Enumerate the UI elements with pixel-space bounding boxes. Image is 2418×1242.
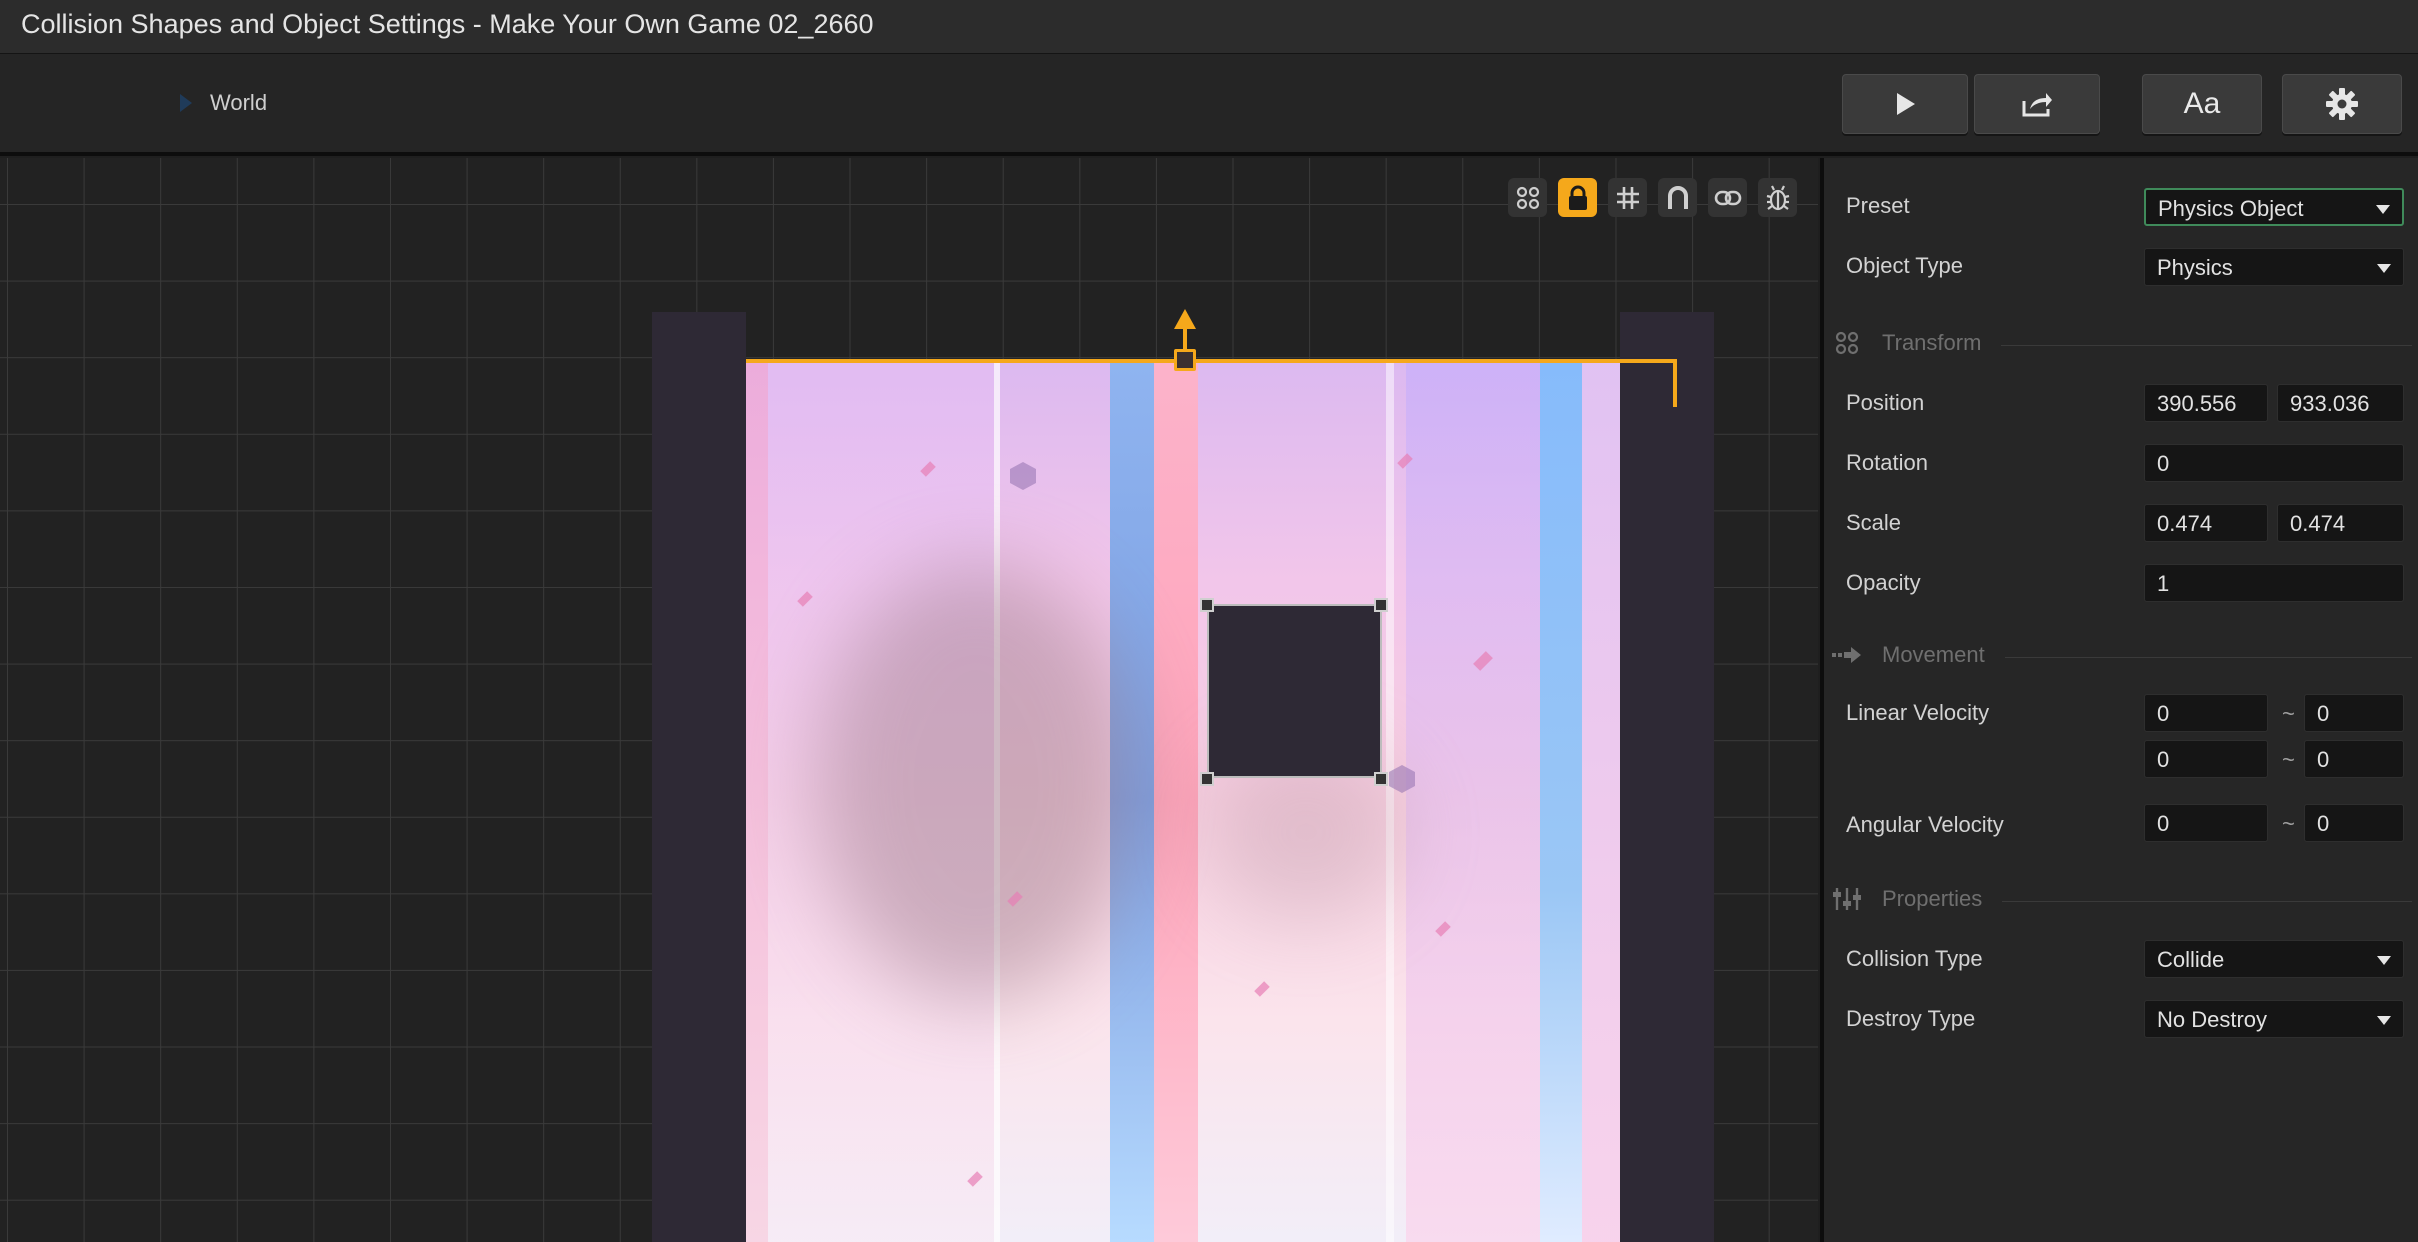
properties-title: Properties: [1882, 886, 1983, 911]
collision-type-select[interactable]: Collide: [2144, 940, 2404, 978]
preset-label: Preset: [1846, 193, 1910, 218]
movement-arrow-icon: [1832, 642, 1862, 668]
linear-velocity-x-max[interactable]: 0: [2304, 694, 2404, 732]
destroy-type-select[interactable]: No Destroy: [2144, 1000, 2404, 1038]
window-title: Collision Shapes and Object Settings - M…: [21, 9, 874, 39]
opacity-input[interactable]: 1: [2144, 564, 2404, 602]
collision-type-label: Collision Type: [1846, 946, 1983, 971]
range-separator: ~: [2282, 747, 2295, 772]
bug-icon: [1766, 185, 1789, 210]
section-divider: [2002, 900, 2412, 902]
resize-handle-tr[interactable]: [1374, 598, 1388, 612]
rotation-label: Rotation: [1846, 450, 1928, 475]
gear-icon: [2326, 88, 2358, 120]
link-icon: [1714, 190, 1741, 205]
opacity-label: Opacity: [1846, 570, 1921, 595]
resize-handle-br[interactable]: [1374, 772, 1388, 786]
share-button[interactable]: [1974, 74, 2100, 134]
pivot-handle[interactable]: [1174, 349, 1196, 371]
play-button[interactable]: [1842, 74, 1968, 134]
position-x-input[interactable]: 390.556: [2144, 384, 2268, 422]
lock-icon: [1568, 185, 1587, 210]
preset-select[interactable]: Physics Object: [2144, 188, 2404, 226]
properties-section-header[interactable]: Properties: [1832, 886, 2412, 912]
toolbar: World Aa: [0, 54, 2418, 156]
nodes-icon: [1516, 186, 1539, 209]
selected-object[interactable]: [1207, 604, 1382, 778]
linear-velocity-y-min[interactable]: 0: [2144, 740, 2268, 778]
resize-handle-tl[interactable]: [1200, 598, 1214, 612]
section-divider: [2004, 656, 2412, 658]
selection-top-edge: [746, 359, 1676, 363]
destroy-type-label: Destroy Type: [1846, 1006, 1976, 1031]
linear-velocity-y-max[interactable]: 0: [2304, 740, 2404, 778]
position-y-input[interactable]: 933.036: [2277, 384, 2404, 422]
stage-wall-right: [1620, 312, 1714, 1242]
play-icon: [1897, 93, 1915, 115]
breadcrumb-world[interactable]: World: [210, 90, 267, 116]
move-up-arrow-icon[interactable]: [1174, 309, 1196, 329]
hexagon-decoration: [1389, 765, 1415, 793]
linear-velocity-label: Linear Velocity: [1846, 700, 1990, 725]
nodes-tool[interactable]: [1508, 178, 1547, 217]
magnet-icon: [1667, 185, 1688, 209]
position-label: Position: [1846, 390, 1925, 415]
section-divider: [2001, 344, 2412, 346]
transform-section-header[interactable]: Transform: [1832, 330, 2412, 356]
breadcrumb-arrow-icon: [180, 94, 192, 112]
transform-title: Transform: [1882, 330, 1982, 355]
title-bar: Collision Shapes and Object Settings - M…: [0, 0, 2418, 54]
movement-section-header[interactable]: Movement: [1832, 642, 2412, 668]
scale-x-input[interactable]: 0.474: [2144, 504, 2268, 542]
scale-label: Scale: [1846, 510, 1902, 535]
grid-icon: [1616, 186, 1639, 209]
angular-velocity-label: Angular Velocity: [1846, 812, 2004, 837]
settings-button[interactable]: [2282, 74, 2402, 134]
stage-wall-left: [652, 312, 746, 1242]
object-type-label: Object Type: [1846, 253, 1963, 278]
resize-handle-bl[interactable]: [1200, 772, 1214, 786]
share-icon: [2022, 93, 2052, 117]
transform-icon: [1832, 330, 1862, 356]
font-button[interactable]: Aa: [2142, 74, 2262, 134]
link-tool[interactable]: [1708, 178, 1747, 217]
inspector-panel: Preset Physics Object Object Type Physic…: [1820, 158, 2418, 1242]
magnet-tool[interactable]: [1658, 178, 1697, 217]
lock-tool[interactable]: [1558, 178, 1597, 217]
hexagon-decoration: [1010, 462, 1036, 490]
linear-velocity-x-min[interactable]: 0: [2144, 694, 2268, 732]
scene-canvas[interactable]: [0, 158, 1818, 1242]
background-sprite[interactable]: [746, 362, 1620, 1242]
breadcrumb[interactable]: World: [180, 90, 267, 116]
angular-velocity-max[interactable]: 0: [2304, 804, 2404, 842]
rotation-input[interactable]: 0: [2144, 444, 2404, 482]
angular-velocity-min[interactable]: 0: [2144, 804, 2268, 842]
selection-right-edge: [1673, 359, 1677, 407]
scale-y-input[interactable]: 0.474: [2277, 504, 2404, 542]
sliders-icon: [1832, 886, 1862, 912]
range-separator: ~: [2282, 701, 2295, 726]
object-type-select[interactable]: Physics: [2144, 248, 2404, 286]
movement-title: Movement: [1882, 642, 1985, 667]
debug-tool[interactable]: [1758, 178, 1797, 217]
canvas-tools: [1508, 178, 1797, 217]
range-separator: ~: [2282, 811, 2295, 836]
grid-tool[interactable]: [1608, 178, 1647, 217]
